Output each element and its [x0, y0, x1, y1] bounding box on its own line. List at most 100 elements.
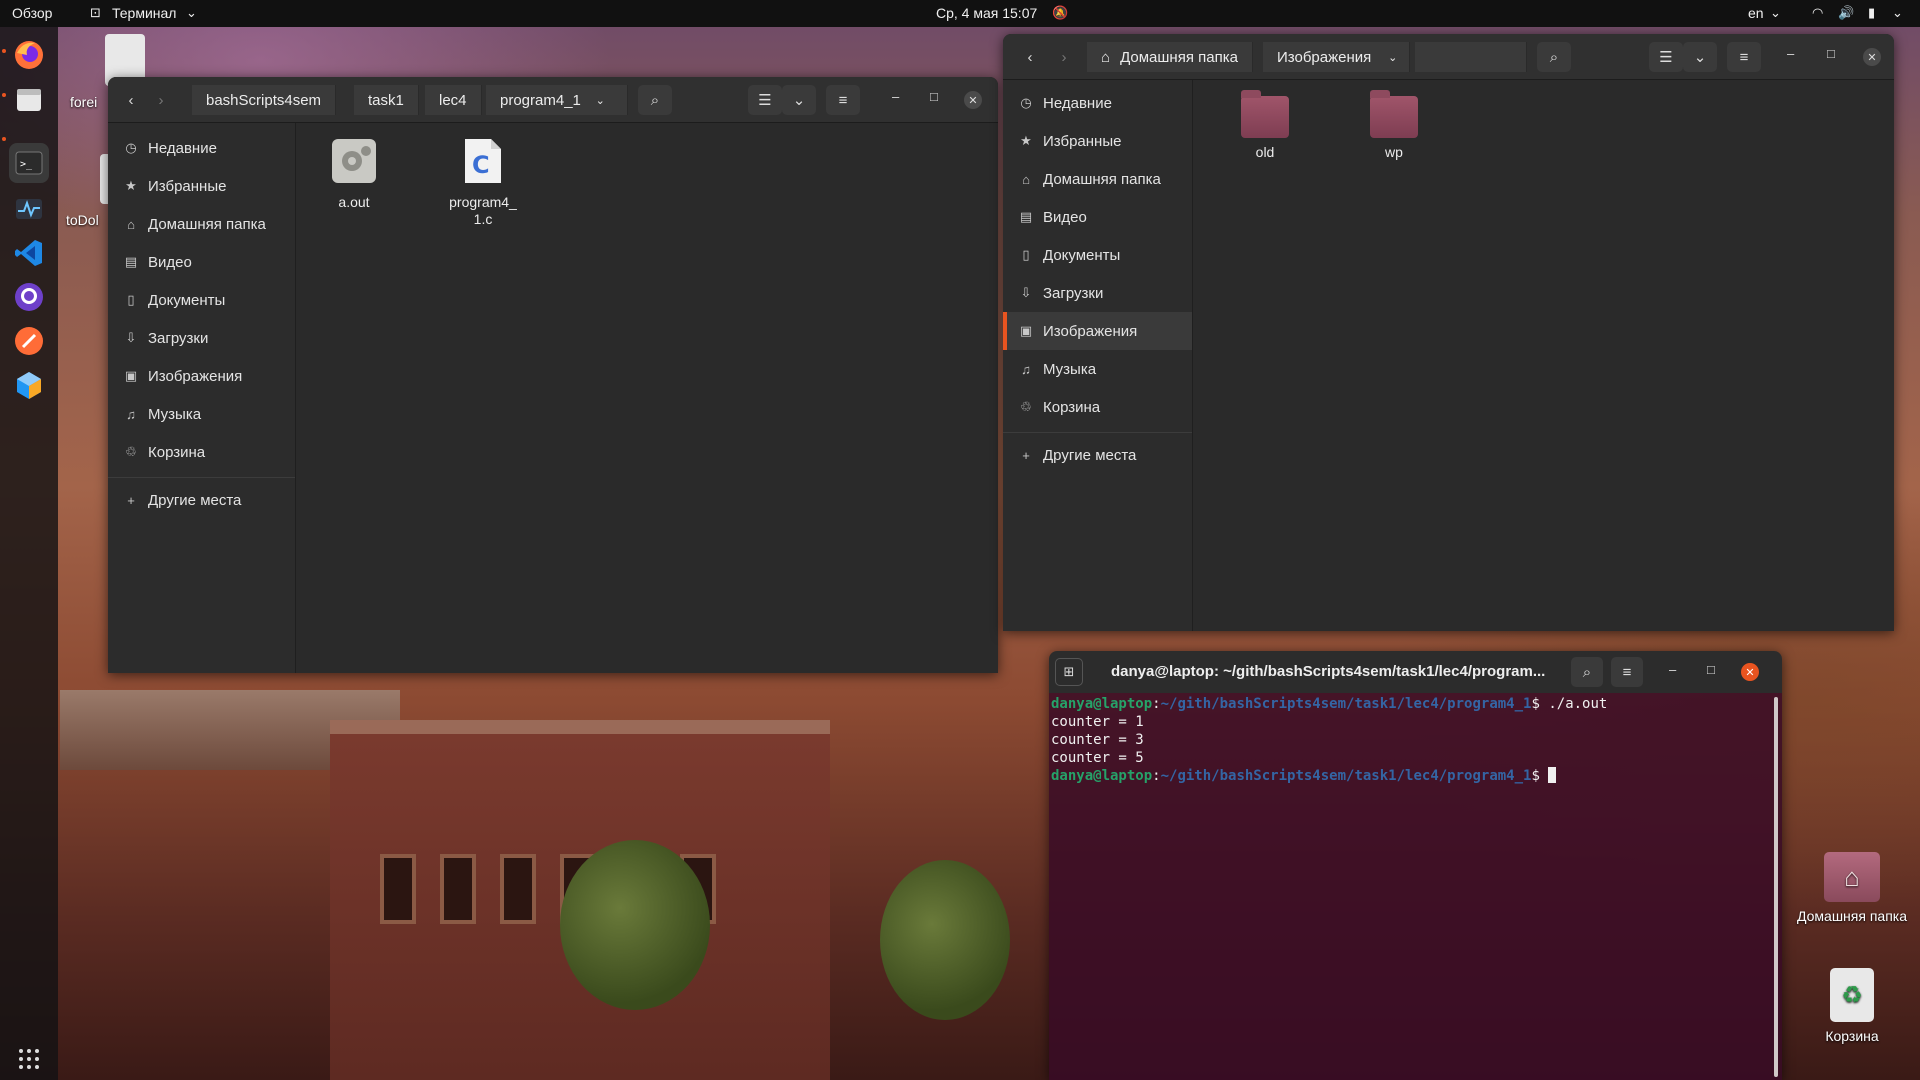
search-button[interactable]: ⌕ [1537, 42, 1571, 72]
scrollbar[interactable] [1774, 697, 1778, 1077]
breadcrumb-end [604, 85, 628, 115]
sidebar-item-videos[interactable]: ▤ Видео [108, 243, 295, 281]
search-button[interactable]: ⌕ [638, 85, 672, 115]
running-indicator [2, 93, 6, 97]
sidebar-item-other-locations[interactable]: + Другие места [108, 481, 295, 519]
main-menu-button[interactable]: ≡ [1727, 42, 1761, 72]
sidebar-item-trash[interactable]: ♲ Корзина [1003, 388, 1192, 426]
app-grid-icon[interactable] [9, 1039, 49, 1079]
system-monitor-icon[interactable] [9, 189, 49, 229]
sidebar-item-label: Корзина [148, 443, 206, 461]
minimize-button[interactable]: – [1787, 46, 1794, 61]
sidebar-item-home[interactable]: ⌂ Домашняя папка [108, 205, 295, 243]
search-icon: ⌕ [1549, 48, 1559, 66]
view-options-button[interactable]: ⌄ [1683, 42, 1717, 72]
clock[interactable]: Ср, 4 мая 15:07 [936, 5, 1037, 21]
folder-item-wp[interactable]: wp [1349, 90, 1439, 160]
back-button[interactable]: ‹ [1015, 42, 1045, 72]
close-button[interactable]: ✕ [964, 91, 982, 109]
prompt-path: ~/gith/bashScripts4sem/task1/lec4/progra… [1160, 768, 1532, 784]
desktop-item-trash[interactable]: ♻ Корзина [1810, 968, 1894, 1044]
sidebar-item-downloads[interactable]: ⇩ Загрузки [108, 319, 295, 357]
back-button[interactable]: ‹ [116, 85, 146, 115]
app-menu-button[interactable]: Терминал [112, 5, 176, 21]
sidebar-item-documents[interactable]: ▯ Документы [1003, 236, 1192, 274]
sidebar-item-starred[interactable]: ★ Избранные [108, 167, 295, 205]
file-view: a.out C program4_ 1.c [296, 123, 998, 673]
volume-icon[interactable]: 🔊 [1838, 5, 1854, 21]
minimize-button[interactable]: – [1669, 662, 1676, 677]
film-icon: ▤ [1019, 209, 1033, 224]
sidebar-item-home[interactable]: ⌂ Домашняя папка [1003, 160, 1192, 198]
wifi-icon[interactable]: ◠ [1812, 5, 1823, 21]
file-item-a-out[interactable]: a.out [309, 137, 399, 210]
sidebar-item-label: Видео [1043, 208, 1087, 226]
sidebar-item-other-locations[interactable]: + Другие места [1003, 436, 1192, 474]
prompt-user: danya@laptop [1051, 768, 1153, 784]
terminal-output[interactable]: danya@laptop:~/gith/bashScripts4sem/task… [1049, 693, 1782, 1080]
desktop-item-home[interactable]: ⌂ Домашняя папка [1790, 852, 1914, 924]
chevron-down-icon: ⌄ [792, 92, 806, 109]
search-button[interactable]: ⌕ [1571, 657, 1603, 687]
breadcrumb-task1[interactable]: task1 [354, 85, 419, 115]
view-options-button[interactable]: ⌄ [782, 85, 816, 115]
search-icon: ⌕ [1582, 663, 1592, 681]
folder-icon [1370, 90, 1418, 138]
sidebar-item-documents[interactable]: ▯ Документы [108, 281, 295, 319]
files-icon[interactable] [9, 79, 49, 119]
sidebar-item-recent[interactable]: ◷ Недавние [1003, 84, 1192, 122]
new-tab-button[interactable]: ⊞ [1055, 658, 1083, 686]
forward-button[interactable]: › [146, 85, 176, 115]
activities-button[interactable]: Обзор [12, 5, 52, 21]
sidebar-item-starred[interactable]: ★ Избранные [1003, 122, 1192, 160]
header-bar: ‹ › bashScripts4sem task1 lec4 program4_… [108, 77, 998, 123]
chevron-down-icon[interactable]: ⌄ [1892, 5, 1903, 21]
list-view-button[interactable]: ☰ [1649, 42, 1683, 72]
sidebar-item-pictures[interactable]: ▣ Изображения [108, 357, 295, 395]
sidebar-item-videos[interactable]: ▤ Видео [1003, 198, 1192, 236]
forward-button[interactable]: › [1049, 42, 1079, 72]
battery-icon[interactable]: ▮ [1868, 5, 1875, 21]
chevron-down-icon: ⌄ [1693, 49, 1707, 66]
maximize-button[interactable]: □ [1827, 46, 1835, 61]
sidebar-item-trash[interactable]: ♲ Корзина [108, 433, 295, 471]
file-item-program4-1-c[interactable]: C program4_ 1.c [438, 137, 528, 228]
main-menu-button[interactable]: ≡ [1611, 657, 1643, 687]
list-icon: ☰ [758, 92, 772, 109]
vscode-icon[interactable] [9, 233, 49, 273]
image-icon: ▣ [1019, 323, 1033, 338]
image-icon: ▣ [124, 368, 138, 383]
maximize-button[interactable]: □ [930, 89, 938, 104]
breadcrumb-program4-1[interactable]: program4_1 ⌄ [486, 85, 618, 115]
breadcrumb-bashscripts4sem[interactable]: bashScripts4sem [192, 85, 337, 115]
folder-item-old[interactable]: old [1220, 90, 1310, 160]
sidebar-item-music[interactable]: ♫ Музыка [108, 395, 295, 433]
breadcrumb-home[interactable]: ⌂ Домашняя папка [1087, 42, 1253, 72]
breadcrumb-lec4[interactable]: lec4 [425, 85, 482, 115]
file-name: program4_ 1.c [449, 194, 517, 227]
list-view-button[interactable]: ☰ [748, 85, 782, 115]
sidebar-item-music[interactable]: ♫ Музыка [1003, 350, 1192, 388]
close-button[interactable]: ✕ [1741, 663, 1759, 681]
github-icon[interactable] [9, 277, 49, 317]
home-icon: ⌂ [1101, 48, 1111, 66]
terminal-line-command: danya@laptop:~/gith/bashScripts4sem/task… [1051, 696, 1608, 712]
main-menu-button[interactable]: ≡ [826, 85, 860, 115]
terminal-header-bar: ⊞ danya@laptop: ~/gith/bashScripts4sem/t… [1049, 651, 1782, 693]
sidebar-item-label: Загрузки [1043, 284, 1104, 302]
postman-icon[interactable] [9, 321, 49, 361]
keyboard-layout-indicator[interactable]: en [1748, 5, 1764, 21]
sidebar-item-label: Документы [148, 291, 226, 309]
maximize-button[interactable]: □ [1707, 662, 1715, 677]
sidebar-item-recent[interactable]: ◷ Недавние [108, 129, 295, 167]
chevron-down-icon: ⌄ [1770, 5, 1781, 20]
breadcrumb-pictures[interactable]: Изображения ⌄ [1263, 42, 1411, 72]
minimize-button[interactable]: – [892, 89, 899, 104]
dock: >_ [0, 27, 58, 1080]
netbeans-icon[interactable] [9, 365, 49, 405]
firefox-icon[interactable] [9, 35, 49, 75]
sidebar-item-pictures[interactable]: ▣ Изображения [1003, 312, 1192, 350]
terminal-icon[interactable]: >_ [9, 143, 49, 183]
close-button[interactable]: ✕ [1863, 48, 1881, 66]
sidebar-item-downloads[interactable]: ⇩ Загрузки [1003, 274, 1192, 312]
